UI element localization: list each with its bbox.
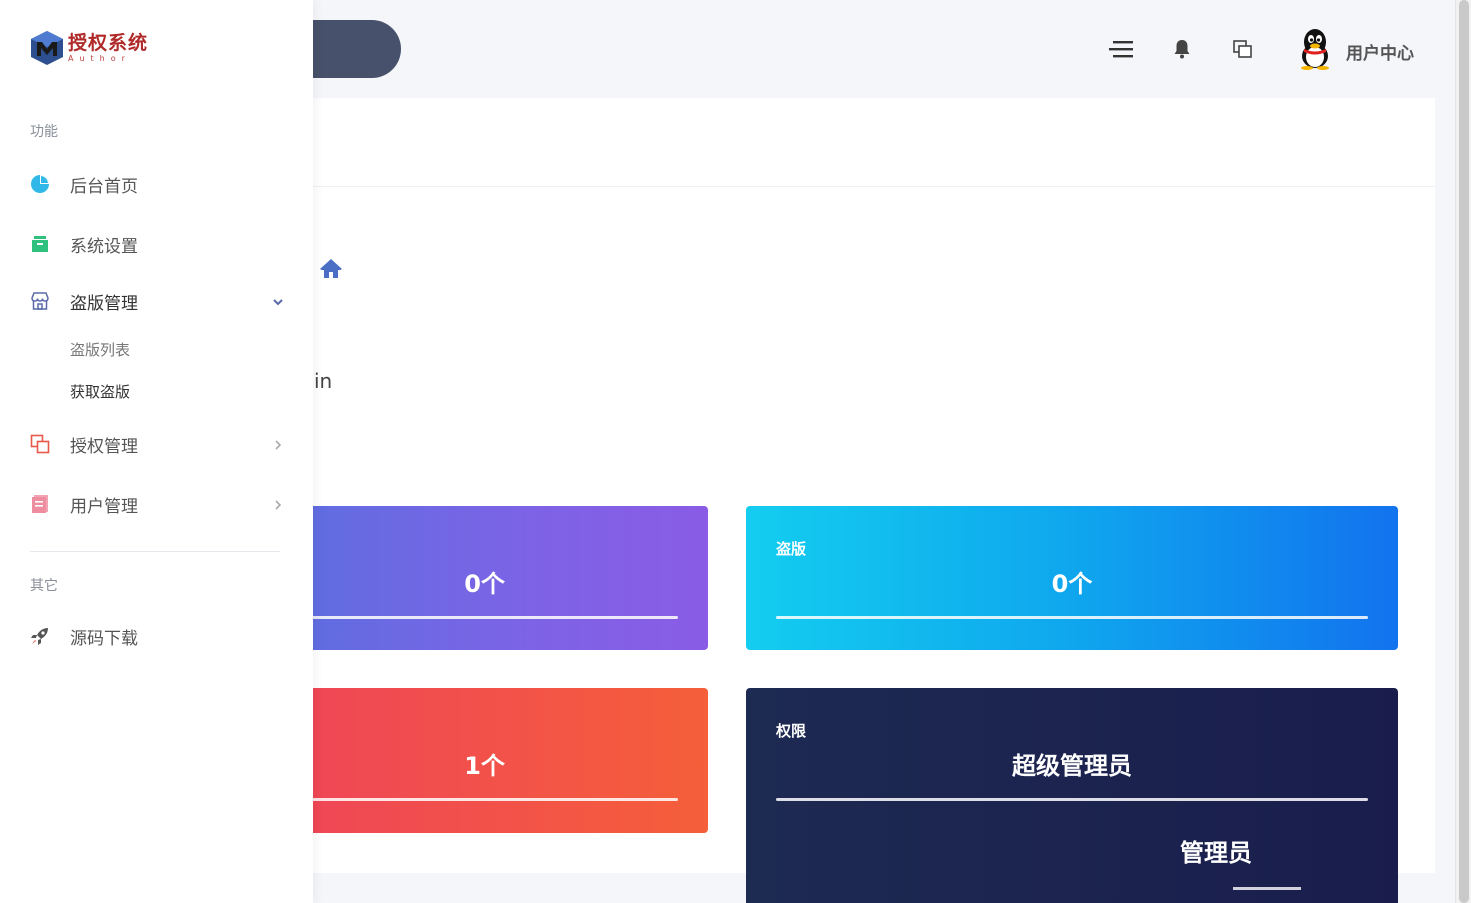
sidebar-item-download[interactable]: 源码下载 — [30, 621, 285, 651]
sidebar-item-label: 后台首页 — [70, 176, 138, 197]
sidebar-item-settings[interactable]: 系统设置 — [30, 229, 285, 259]
bell-icon[interactable] — [1169, 36, 1195, 62]
stat-label: 盗版 — [776, 540, 807, 558]
user-center-link[interactable]: 用户中心 — [1346, 39, 1414, 64]
sidebar-item-label: 盗版管理 — [70, 293, 138, 314]
sidebar: 授权系统 Author 功能 后台首页 系统设置 盗版管理 盗版列表 获取盗版 … — [0, 0, 313, 903]
store-icon — [30, 291, 50, 311]
welcome-text-fragment: in — [314, 369, 333, 393]
logo-title: 授权系统 — [68, 32, 149, 54]
document-icon — [30, 494, 50, 514]
progress-bar — [260, 798, 678, 801]
sidebar-item-dashboard[interactable]: 后台首页 — [30, 169, 285, 199]
chevron-right-icon — [271, 437, 285, 451]
sidebar-subitem-get-piracy[interactable]: 获取盗版 — [70, 381, 130, 402]
rocket-icon — [30, 626, 50, 646]
section-label-other: 其它 — [30, 578, 58, 594]
progress-bar — [776, 798, 1368, 801]
qq-avatar[interactable] — [1296, 28, 1334, 70]
stat-card-piracy: 盗版 0个 — [746, 506, 1398, 650]
sidebar-item-label: 系统设置 — [70, 236, 138, 257]
menu-icon[interactable] — [1108, 36, 1134, 62]
ghost-bar — [1233, 887, 1301, 890]
pie-chart-icon — [30, 174, 50, 194]
stat-label: 权限 — [776, 722, 807, 740]
sidebar-item-label: 授权管理 — [70, 436, 138, 457]
page-background — [250, 873, 746, 903]
stat-value: 超级管理员 — [1012, 752, 1132, 780]
sidebar-item-piracy[interactable]: 盗版管理 — [30, 286, 285, 316]
progress-bar — [260, 616, 678, 619]
copy-icon — [30, 434, 50, 454]
sidebar-subitem-piracy-list[interactable]: 盗版列表 — [70, 339, 130, 360]
scrollbar-thumb[interactable] — [1459, 0, 1469, 903]
ghost-text: 管理员 — [1180, 839, 1252, 867]
chevron-down-icon — [271, 294, 285, 308]
chevron-right-icon — [271, 497, 285, 511]
logo-subtitle: Author — [68, 54, 131, 63]
progress-bar — [776, 616, 1368, 619]
scrollbar[interactable] — [1455, 0, 1471, 903]
sidebar-item-license[interactable]: 授权管理 — [30, 429, 285, 459]
stat-card-red: 1个 — [260, 688, 708, 833]
stat-card-purple: 0个 — [260, 506, 708, 650]
sidebar-item-label: 用户管理 — [70, 496, 138, 517]
windows-icon[interactable] — [1229, 36, 1255, 62]
section-label-function: 功能 — [30, 124, 58, 140]
sidebar-divider — [30, 551, 280, 552]
stat-value: 0个 — [1051, 570, 1093, 598]
logo-icon — [31, 31, 63, 65]
sidebar-item-label: 源码下载 — [70, 628, 138, 649]
divider — [250, 186, 1435, 187]
box-icon — [30, 234, 50, 254]
stat-card-permission: 权限 超级管理员 — [746, 688, 1398, 903]
home-icon[interactable] — [320, 259, 342, 279]
sidebar-item-users[interactable]: 用户管理 — [30, 489, 285, 519]
logo[interactable]: 授权系统 Author — [30, 30, 148, 66]
